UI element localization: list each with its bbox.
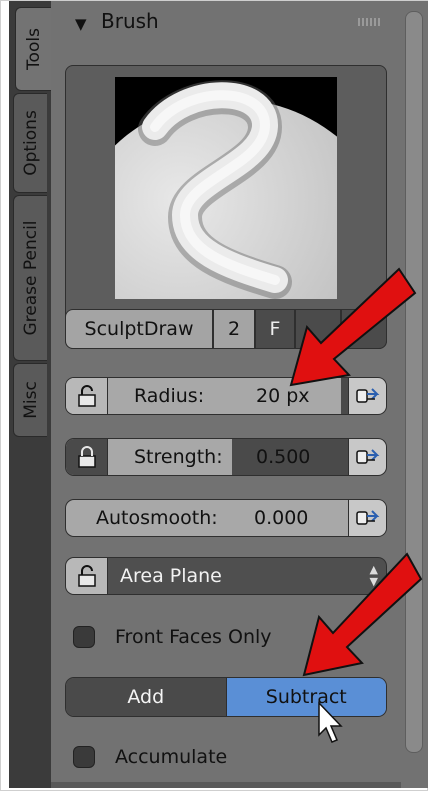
add-button[interactable]: Add <box>66 678 227 716</box>
autosmooth-value: 0.000 <box>254 507 309 529</box>
front-faces-only-label: Front Faces Only <box>115 626 272 648</box>
collapse-triangle-icon[interactable]: ▼ <box>75 15 87 33</box>
tab-tools-label: Tools <box>23 28 44 70</box>
brush-datablock-row: SculptDraw 2 F <box>65 309 387 349</box>
autosmooth-slider[interactable]: Autosmooth: 0.000 <box>65 499 387 537</box>
tab-options-label: Options <box>20 110 41 176</box>
accumulate-label: Accumulate <box>115 746 228 768</box>
unlink-brush-button[interactable] <box>341 309 387 349</box>
sculpt-plane-value: Area Plane <box>120 565 222 587</box>
autosmooth-pressure-button[interactable] <box>348 500 386 536</box>
panel-bottom-edge <box>51 782 401 788</box>
autosmooth-label: Autosmooth: <box>96 507 218 529</box>
brush-name-field[interactable]: SculptDraw <box>65 309 213 349</box>
pen-pressure-icon <box>355 449 379 464</box>
radius-label: Radius: <box>134 385 205 407</box>
brush-preview-image[interactable] <box>115 77 337 299</box>
sculpt-plane-dropdown[interactable]: Area Plane ▲ ▼ <box>65 557 387 595</box>
dropdown-arrows-icon: ▲ ▼ <box>369 563 378 588</box>
direction-toggle: Add Subtract <box>65 677 387 717</box>
pen-pressure-icon <box>355 388 379 403</box>
radius-slider[interactable]: Radius: 20 px <box>65 377 387 415</box>
plane-lock-button[interactable] <box>66 558 108 594</box>
tab-grease-pencil[interactable]: Grease Pencil <box>13 195 47 361</box>
tab-grease-pencil-label: Grease Pencil <box>20 220 41 336</box>
lock-icon <box>77 565 96 587</box>
accumulate-checkbox[interactable] <box>73 746 95 768</box>
tab-tools[interactable]: Tools <box>15 7 51 91</box>
strength-value: 0.500 <box>256 446 311 468</box>
lock-icon <box>77 385 96 407</box>
new-brush-button[interactable] <box>295 309 341 349</box>
panel-scrollbar[interactable] <box>401 1 428 788</box>
brush-users-count[interactable]: 2 <box>213 309 255 349</box>
drag-grip-icon[interactable] <box>358 18 380 26</box>
subtract-button[interactable]: Subtract <box>226 678 386 716</box>
front-faces-only-checkbox[interactable] <box>73 626 95 648</box>
radius-value: 20 px <box>256 385 310 407</box>
strength-slider[interactable]: Strength: 0.500 <box>65 438 387 476</box>
tab-misc-label: Misc <box>20 381 41 419</box>
fake-user-button[interactable]: F <box>255 309 295 349</box>
strength-unit-lock-button[interactable] <box>66 439 108 475</box>
strength-pressure-button[interactable] <box>348 439 386 475</box>
strength-label: Strength: <box>134 446 223 468</box>
panel-title[interactable]: Brush <box>101 9 159 33</box>
lock-icon <box>77 446 96 468</box>
radius-unit-lock-button[interactable] <box>66 378 108 414</box>
vertical-tab-bar: Tools Options Grease Pencil Misc <box>9 1 51 788</box>
blender-tool-shelf: Tools Options Grease Pencil Misc ▼ Brush… <box>0 0 428 791</box>
tab-misc[interactable]: Misc <box>13 363 47 437</box>
scrollbar-thumb[interactable] <box>405 11 423 753</box>
pen-pressure-icon <box>355 510 379 525</box>
radius-pressure-button[interactable] <box>348 378 386 414</box>
tab-options[interactable]: Options <box>13 93 47 193</box>
